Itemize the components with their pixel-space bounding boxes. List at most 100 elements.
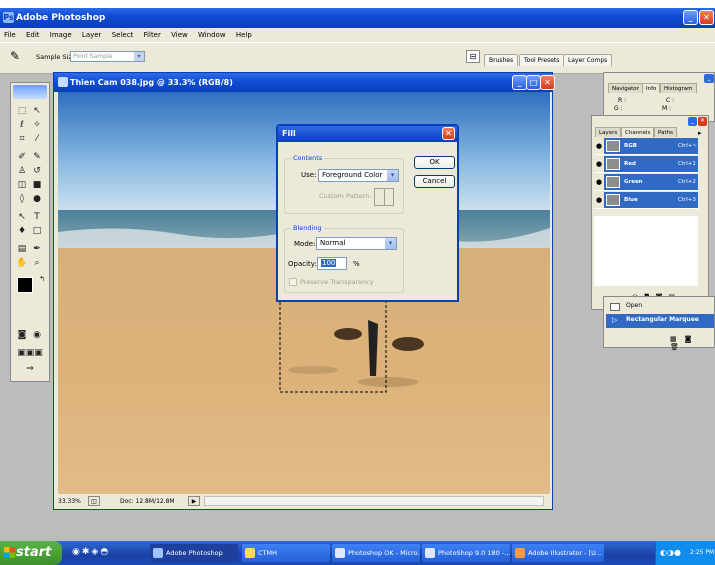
minimize-button[interactable]: _	[683, 10, 698, 25]
zoom-level[interactable]: 33.33%	[58, 494, 81, 509]
zoom-tool-icon[interactable]: ⌕	[30, 257, 44, 269]
blending-group: Blending Mode: Normal ▾ Opacity: 100 % P…	[284, 224, 404, 293]
visibility-eye-icon[interactable]: ●	[594, 138, 604, 154]
quick-launch-icons[interactable]: ◉✱◈◓	[72, 547, 110, 557]
screen-mode-icon[interactable]: ▣▣▣	[15, 347, 45, 359]
menu-edit[interactable]: Edit	[26, 31, 40, 39]
use-select[interactable]: Foreground Color ▾	[318, 169, 399, 182]
brush-tool-icon[interactable]: ✎	[30, 151, 44, 163]
palette-menu-arrow-icon[interactable]: ▸	[698, 129, 702, 137]
history-item-selected[interactable]: ▷ Rectangular Marquee	[606, 314, 714, 328]
menu-window[interactable]: Window	[198, 31, 226, 39]
marquee-tool-icon[interactable]: ⬚	[15, 105, 29, 117]
document-title-bar: Thien Cam 038.jpg @ 33.3% (RGB/8) _ □ ✕	[54, 73, 555, 92]
palette-well-icon[interactable]: ⊟	[466, 50, 480, 63]
doc-minimize-button[interactable]: _	[512, 75, 527, 90]
options-bar: ✎ Sample Size: Point Sample ▾ ⊟ Brushes …	[0, 42, 715, 74]
shape-tool-icon[interactable]: □	[30, 225, 44, 237]
system-tray: ◐◑● 2:25 PM	[655, 541, 715, 565]
slice-tool-icon[interactable]: ⁄	[30, 133, 44, 145]
taskbar-item-word[interactable]: Photoshop OK - Micro...	[332, 544, 420, 562]
sample-size-select[interactable]: Point Sample ▾	[70, 51, 145, 62]
hand-tool-icon[interactable]: ✋	[15, 257, 29, 269]
tab-paths[interactable]: Paths	[654, 127, 677, 137]
toolbox: ⬚ ↖ ℓ ✧ ⌗ ⁄ ✐ ✎ ♙ ↺ ◫ ■ ◊ ● ↖ T ♦ □ ▤ ✒ …	[10, 82, 50, 382]
standard-mode-icon[interactable]: ◙	[15, 329, 29, 341]
pen-tool-icon[interactable]: ♦	[15, 225, 29, 237]
taskbar-item-illustrator[interactable]: Adobe Illustrator - [U...	[512, 544, 604, 562]
horizontal-scrollbar[interactable]	[204, 496, 544, 506]
eraser-tool-icon[interactable]: ◫	[15, 179, 29, 191]
info-palette-minimize-icon[interactable]: _	[704, 74, 714, 83]
blur-tool-icon[interactable]: ◊	[15, 193, 29, 205]
taskbar-item-photoshop-doc[interactable]: PhotoShop 9.0 180 -...	[422, 544, 510, 562]
gradient-tool-icon[interactable]: ■	[30, 179, 44, 191]
doc-maximize-button[interactable]: □	[526, 75, 541, 90]
stamp-tool-icon[interactable]: ♙	[15, 165, 29, 177]
move-tool-icon[interactable]: ↖	[30, 105, 44, 117]
taskbar-item-photoshop[interactable]: Adobe Photoshop	[150, 544, 238, 562]
mode-select[interactable]: Normal ▾	[316, 237, 397, 250]
visibility-eye-icon[interactable]: ●	[594, 174, 604, 190]
mode-label: Mode:	[294, 240, 316, 248]
eyedropper-icon[interactable]: ✎	[10, 49, 20, 63]
menu-image[interactable]: Image	[50, 31, 72, 39]
app-title-bar: Ps Adobe Photoshop _ ✕	[0, 8, 715, 28]
tab-info[interactable]: Info	[642, 83, 661, 93]
cancel-button[interactable]: Cancel	[414, 175, 455, 188]
status-icon[interactable]: ◫	[88, 496, 100, 506]
channel-row-blue[interactable]: ● Blue Ctrl+3	[594, 192, 698, 209]
menu-file[interactable]: File	[4, 31, 16, 39]
tab-navigator[interactable]: Navigator	[608, 83, 643, 93]
history-item-open[interactable]: Open	[626, 302, 642, 309]
path-selection-icon[interactable]: ↖	[15, 211, 29, 223]
fill-close-button[interactable]: ✕	[442, 127, 455, 140]
menu-layer[interactable]: Layer	[82, 31, 102, 39]
visibility-eye-icon[interactable]: ●	[594, 156, 604, 172]
channel-row-green[interactable]: ● Green Ctrl+2	[594, 174, 698, 191]
channels-close-icon[interactable]: ✕	[698, 117, 707, 126]
clock[interactable]: 2:25 PM	[690, 549, 714, 556]
swap-colors-icon[interactable]: ↰	[35, 273, 49, 285]
lasso-tool-icon[interactable]: ℓ	[15, 119, 29, 131]
preserve-transparency-checkbox[interactable]	[289, 278, 297, 286]
start-button[interactable]: start	[0, 541, 62, 565]
visibility-eye-icon[interactable]: ●	[594, 192, 604, 208]
crop-tool-icon[interactable]: ⌗	[15, 133, 29, 145]
tab-brushes[interactable]: Brushes	[484, 54, 519, 66]
notes-tool-icon[interactable]: ▤	[15, 243, 29, 255]
dodge-tool-icon[interactable]: ●	[30, 193, 44, 205]
tab-layers[interactable]: Layers	[595, 127, 622, 137]
menu-view[interactable]: View	[171, 31, 188, 39]
history-buttons-icon[interactable]: ▦◙🗑	[670, 335, 714, 351]
info-c: C :	[666, 97, 675, 104]
tray-icons[interactable]: ◐◑●	[660, 541, 681, 565]
menu-select[interactable]: Select	[112, 31, 134, 39]
ok-button[interactable]: OK	[414, 156, 455, 169]
tab-layer-comps[interactable]: Layer Comps	[563, 54, 613, 66]
close-button[interactable]: ✕	[699, 10, 714, 25]
healing-brush-icon[interactable]: ✐	[15, 151, 29, 163]
channels-minimize-icon[interactable]: _	[688, 117, 697, 126]
type-tool-icon[interactable]: T	[30, 211, 44, 223]
tab-channels[interactable]: Channels	[621, 127, 655, 137]
quick-mask-icon[interactable]: ◉	[30, 329, 44, 341]
history-arrow-icon: ▷	[612, 316, 618, 324]
menu-help[interactable]: Help	[236, 31, 252, 39]
custom-pattern-swatch[interactable]	[374, 188, 394, 206]
doc-close-button[interactable]: ✕	[540, 75, 555, 90]
channel-row-rgb[interactable]: ● RGB Ctrl+~	[594, 138, 698, 155]
channel-row-red[interactable]: ● Red Ctrl+1	[594, 156, 698, 173]
taskbar-item-ctmh[interactable]: CTMH	[242, 544, 330, 562]
opacity-input[interactable]: 100	[317, 257, 347, 270]
jump-to-imageready-icon[interactable]: ⇒	[15, 363, 45, 375]
foreground-color-swatch[interactable]	[17, 277, 33, 293]
tab-tool-presets[interactable]: Tool Presets	[519, 54, 565, 66]
tab-histogram[interactable]: Histogram	[660, 83, 697, 93]
status-menu-arrow-icon[interactable]: ▶	[188, 496, 200, 506]
menu-filter[interactable]: Filter	[144, 31, 161, 39]
magic-wand-icon[interactable]: ✧	[30, 119, 44, 131]
eyedropper-tool-icon[interactable]: ✒	[30, 243, 44, 255]
history-brush-icon[interactable]: ↺	[30, 165, 44, 177]
history-thumb-icon	[610, 303, 620, 311]
